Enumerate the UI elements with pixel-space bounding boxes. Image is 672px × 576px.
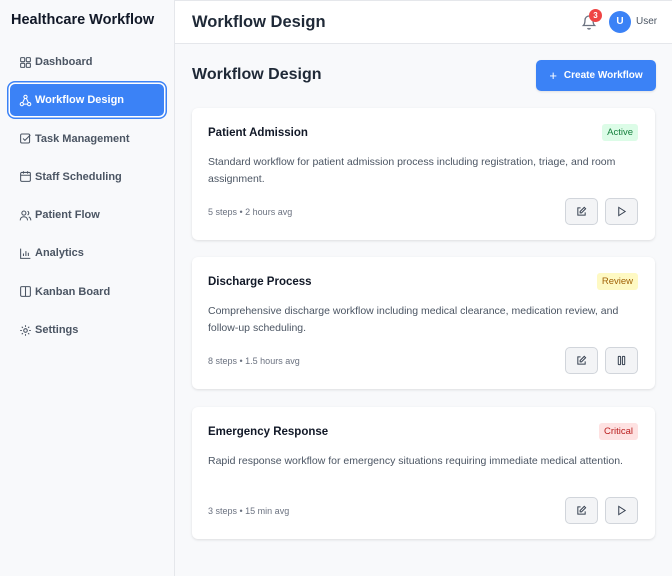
sidebar-item-dashboard[interactable]: Dashboard [10, 46, 164, 78]
edit-button[interactable] [565, 497, 598, 524]
app-title: Healthcare Workflow [11, 12, 155, 28]
sidebar-item-staff-scheduling[interactable]: Staff Scheduling [10, 161, 164, 193]
notification-badge: 3 [589, 9, 602, 22]
workflow-name: Patient Admission [208, 127, 308, 139]
status-badge: Active [602, 124, 638, 141]
edit-button[interactable] [565, 198, 598, 225]
workflow-description: Standard workflow for patient admission … [208, 156, 616, 185]
grid-icon [20, 56, 31, 68]
create-workflow-label: Create Workflow [563, 70, 643, 81]
calendar-icon [20, 171, 31, 183]
create-workflow-button[interactable]: + Create Workflow [536, 60, 656, 91]
top-bar: Workflow Design 3 U User [175, 0, 672, 44]
sidebar-item-patient-flow[interactable]: Patient Flow [10, 199, 164, 231]
workflow-meta: 5 steps • 2 hours avg [208, 207, 293, 217]
plus-icon: + [549, 68, 557, 83]
gear-icon [20, 324, 31, 336]
workflow-icon [19, 94, 32, 107]
sidebar-nav: Dashboard Workflow Design Task Managemen… [0, 46, 174, 346]
sidebar-item-label: Settings [35, 324, 79, 337]
sidebar-item-label: Patient Flow [35, 209, 100, 222]
sidebar-item-settings[interactable]: Settings [10, 314, 164, 346]
workflow-meta: 3 steps • 15 min avg [208, 506, 290, 516]
status-badge: Critical [598, 423, 638, 440]
pause-icon [617, 355, 626, 366]
edit-icon [577, 505, 587, 515]
edit-icon [577, 206, 587, 216]
sidebar-item-label: Kanban Board [35, 285, 111, 298]
workflow-card-patient-admission: Patient Admission Active Standard workfl… [192, 108, 655, 240]
run-button[interactable] [605, 198, 638, 225]
sidebar-item-kanban-board[interactable]: Kanban Board [10, 276, 164, 308]
header-title: Workflow Design [192, 12, 326, 31]
workflow-name: Discharge Process [208, 276, 312, 288]
sidebar-item-label: Task Management [35, 132, 130, 145]
pause-button[interactable] [605, 347, 638, 374]
avatar[interactable]: U [609, 11, 631, 33]
workflow-card-discharge-process: Discharge Process Review Comprehensive d… [192, 257, 655, 389]
sidebar-item-analytics[interactable]: Analytics [10, 237, 164, 269]
workflow-card-emergency-response: Emergency Response Critical Rapid respon… [192, 407, 655, 539]
columns-icon [20, 286, 31, 298]
workflow-description: Comprehensive discharge workflow includi… [208, 305, 619, 334]
user-name[interactable]: User [636, 16, 657, 27]
main-content: Workflow Design + Create Workflow Patien… [175, 45, 672, 576]
sidebar: Healthcare Workflow Dashboard Workflow D… [0, 0, 175, 576]
sidebar-item-workflow-design[interactable]: Workflow Design [10, 84, 164, 117]
bar-chart-icon [20, 248, 31, 259]
users-icon [19, 210, 32, 221]
status-badge: Review [596, 273, 638, 290]
play-icon [618, 505, 627, 516]
page-title: Workflow Design [192, 66, 322, 83]
workflow-name: Emergency Response [208, 426, 329, 438]
sidebar-item-label: Staff Scheduling [35, 170, 122, 183]
sidebar-item-label: Analytics [35, 247, 84, 260]
checkbox-icon [20, 133, 31, 144]
sidebar-item-label: Workflow Design [35, 94, 125, 107]
edit-button[interactable] [565, 347, 598, 374]
sidebar-item-label: Dashboard [35, 56, 93, 68]
workflow-meta: 8 steps • 1.5 hours avg [208, 356, 300, 366]
run-button[interactable] [605, 497, 638, 524]
sidebar-item-task-management[interactable]: Task Management [10, 123, 164, 155]
workflow-description: Rapid response workflow for emergency si… [208, 455, 623, 467]
edit-icon [577, 355, 587, 365]
play-icon [618, 206, 627, 217]
